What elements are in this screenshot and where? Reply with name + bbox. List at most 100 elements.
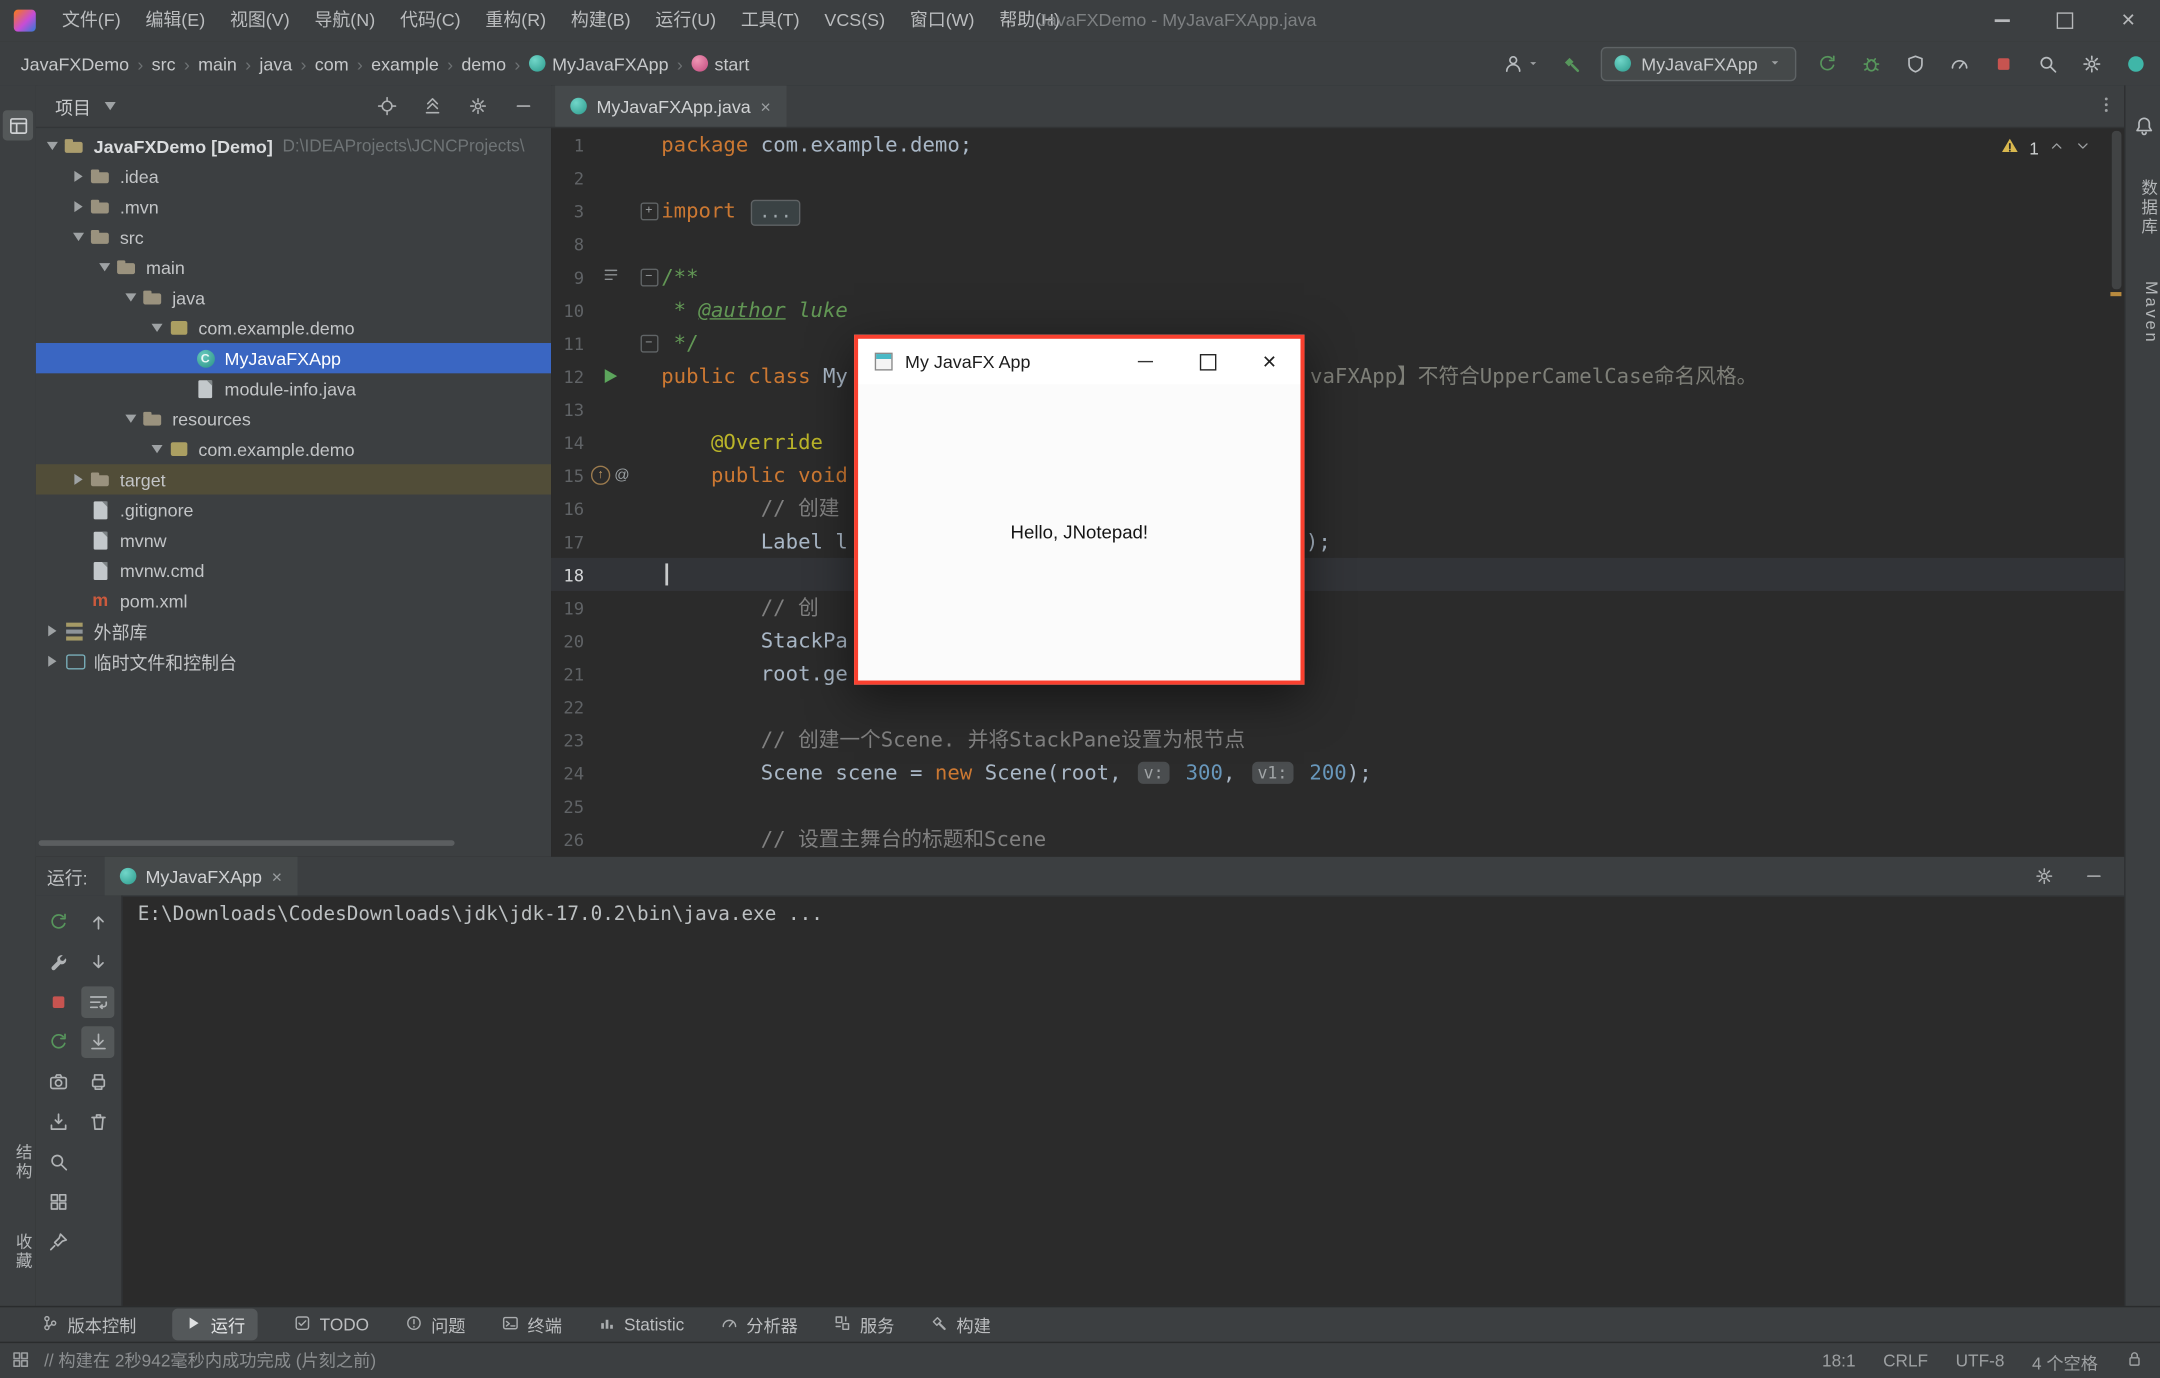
line-number[interactable]: 24 [551, 762, 584, 783]
code-line[interactable]: 2 [551, 161, 2124, 194]
chevron-up-icon[interactable] [2048, 138, 2065, 159]
tree-item[interactable]: main [36, 252, 551, 282]
line-number[interactable]: 1 [551, 134, 584, 155]
maven-stripe-button[interactable]: Maven [2126, 281, 2160, 344]
camera-button[interactable] [41, 1066, 74, 1098]
dialog-close-button[interactable]: ✕ [1238, 339, 1300, 384]
tree-chevron-icon[interactable] [67, 196, 89, 218]
tree-item[interactable]: resources [36, 404, 551, 434]
inspection-widget[interactable]: 1 [2000, 136, 2091, 159]
code-line[interactable]: 1package com.example.demo; [551, 128, 2124, 161]
line-number[interactable]: 19 [551, 597, 584, 618]
down-button[interactable] [81, 946, 114, 978]
line-number[interactable]: 2 [551, 167, 584, 188]
line-number[interactable]: 26 [551, 829, 584, 850]
menu-item[interactable]: 窗口(W) [897, 0, 986, 41]
menu-item[interactable]: 文件(F) [50, 0, 133, 41]
avatar-button[interactable] [2121, 47, 2149, 80]
indent-setting[interactable]: 4 个空格 [2032, 1348, 2098, 1374]
tree-item[interactable]: .idea [36, 161, 551, 191]
line-number[interactable]: 25 [551, 796, 584, 817]
stop-button[interactable] [41, 986, 74, 1018]
tool-window-switcher-icon[interactable] [11, 1350, 30, 1373]
minimize-button[interactable] [1970, 0, 2033, 41]
stop-button[interactable] [1989, 47, 2017, 80]
breadcrumb-item[interactable]: start [687, 53, 754, 74]
run-line-icon[interactable] [604, 369, 616, 383]
close-tab-icon[interactable]: × [760, 96, 770, 117]
line-number[interactable]: 23 [551, 729, 584, 750]
tool-window-button-TODO[interactable]: TODO [293, 1313, 369, 1335]
tree-chevron-icon[interactable] [41, 620, 63, 642]
breadcrumb-item[interactable]: java [255, 53, 296, 74]
tree-chevron-icon[interactable] [41, 135, 63, 157]
line-number[interactable]: 10 [551, 300, 584, 321]
line-number[interactable]: 9 [551, 267, 584, 288]
line-number[interactable]: 8 [551, 233, 584, 254]
search-button[interactable] [2033, 47, 2061, 80]
tool-window-button-版本控制[interactable]: 版本控制 [41, 1311, 136, 1337]
code-line[interactable]: 11− */ [551, 326, 2124, 359]
line-number[interactable]: 18 [551, 564, 584, 585]
code-line[interactable]: 21 root.ge [551, 657, 2124, 690]
tool-window-button-分析器[interactable]: 分析器 [720, 1311, 798, 1337]
rerun-button[interactable] [41, 906, 74, 938]
project-stripe-button[interactable] [3, 110, 33, 140]
hide-button[interactable] [2080, 860, 2108, 893]
tool-window-button-构建[interactable]: 构建 [930, 1311, 991, 1337]
close-button[interactable]: ✕ [2097, 0, 2160, 41]
code-line[interactable]: 12public class MyvaFXApp】不符合UpperCamelCa… [551, 360, 2124, 393]
import-button[interactable] [41, 1106, 74, 1138]
line-number[interactable]: 12 [551, 366, 584, 387]
dialog-maximize-button[interactable] [1176, 339, 1238, 384]
maximize-button[interactable] [2033, 0, 2096, 41]
code-line[interactable]: 3+import ... [551, 194, 2124, 227]
trash-button[interactable] [81, 1106, 114, 1138]
wrench-button[interactable] [41, 946, 74, 978]
code-line[interactable]: 23 // 创建一个Scene. 并将StackPane设置为根节点 [551, 723, 2124, 756]
tree-chevron-icon[interactable] [67, 468, 89, 490]
line-number[interactable]: 11 [551, 333, 584, 354]
project-panel-title[interactable]: 项目 [55, 93, 91, 119]
tree-item[interactable]: JavaFXDemo [Demo]D:\IDEAProjects\JCNCPro… [36, 131, 551, 161]
lock-icon[interactable] [2126, 1350, 2144, 1372]
pin-button[interactable] [41, 1226, 74, 1258]
up-button[interactable] [81, 906, 114, 938]
fold-marker-icon[interactable]: − [640, 268, 658, 286]
softwrap-button[interactable] [81, 986, 114, 1018]
collapse-all-button[interactable] [419, 90, 447, 123]
code-area[interactable]: 1package com.example.demo; 2 3+import ... 8… [551, 127, 2124, 857]
menu-item[interactable]: 重构(R) [473, 0, 558, 41]
user-button[interactable] [1504, 47, 1541, 80]
console-output[interactable]: E:\Downloads\CodesDownloads\jdk\jdk-17.0… [138, 901, 823, 929]
tree-chevron-icon[interactable] [67, 226, 89, 248]
tree-chevron-icon[interactable] [146, 317, 168, 339]
breadcrumb-item[interactable]: example [367, 53, 443, 74]
breadcrumb-item[interactable]: MyJavaFXApp [525, 53, 673, 74]
tree-chevron-icon[interactable] [67, 165, 89, 187]
hide-button[interactable] [510, 90, 538, 123]
code-line[interactable]: 8 [551, 227, 2124, 260]
tree-item[interactable]: .mvn [36, 191, 551, 221]
database-stripe-button[interactable]: 数据库 [2126, 179, 2160, 237]
chevron-down-icon[interactable] [99, 95, 121, 117]
line-number[interactable]: 20 [551, 630, 584, 651]
fold-marker-icon[interactable]: − [640, 334, 658, 352]
menu-item[interactable]: 视图(V) [218, 0, 303, 41]
line-ending[interactable]: CRLF [1883, 1351, 1928, 1370]
restart-button[interactable] [41, 1026, 74, 1058]
favorites-stripe-button[interactable]: 收藏 [0, 1233, 36, 1272]
code-line[interactable]: 18 [551, 558, 2124, 591]
menu-item[interactable]: VCS(S) [812, 0, 897, 41]
breadcrumb-item[interactable]: com [311, 53, 353, 74]
code-line[interactable]: 13 [551, 393, 2124, 426]
tree-chevron-icon[interactable] [41, 650, 63, 672]
settings-button[interactable] [2077, 47, 2105, 80]
code-line[interactable]: 16 // 创建 [551, 492, 2124, 525]
tree-chevron-icon[interactable] [146, 438, 168, 460]
tree-item[interactable]: com.example.demo [36, 313, 551, 343]
override-marker-icon[interactable]: ↑ [591, 466, 610, 485]
code-line[interactable]: 26 // 设置主舞台的标题和Scene [551, 822, 2124, 855]
doc-render-icon[interactable] [601, 266, 619, 288]
code-line[interactable]: 25 [551, 789, 2124, 822]
